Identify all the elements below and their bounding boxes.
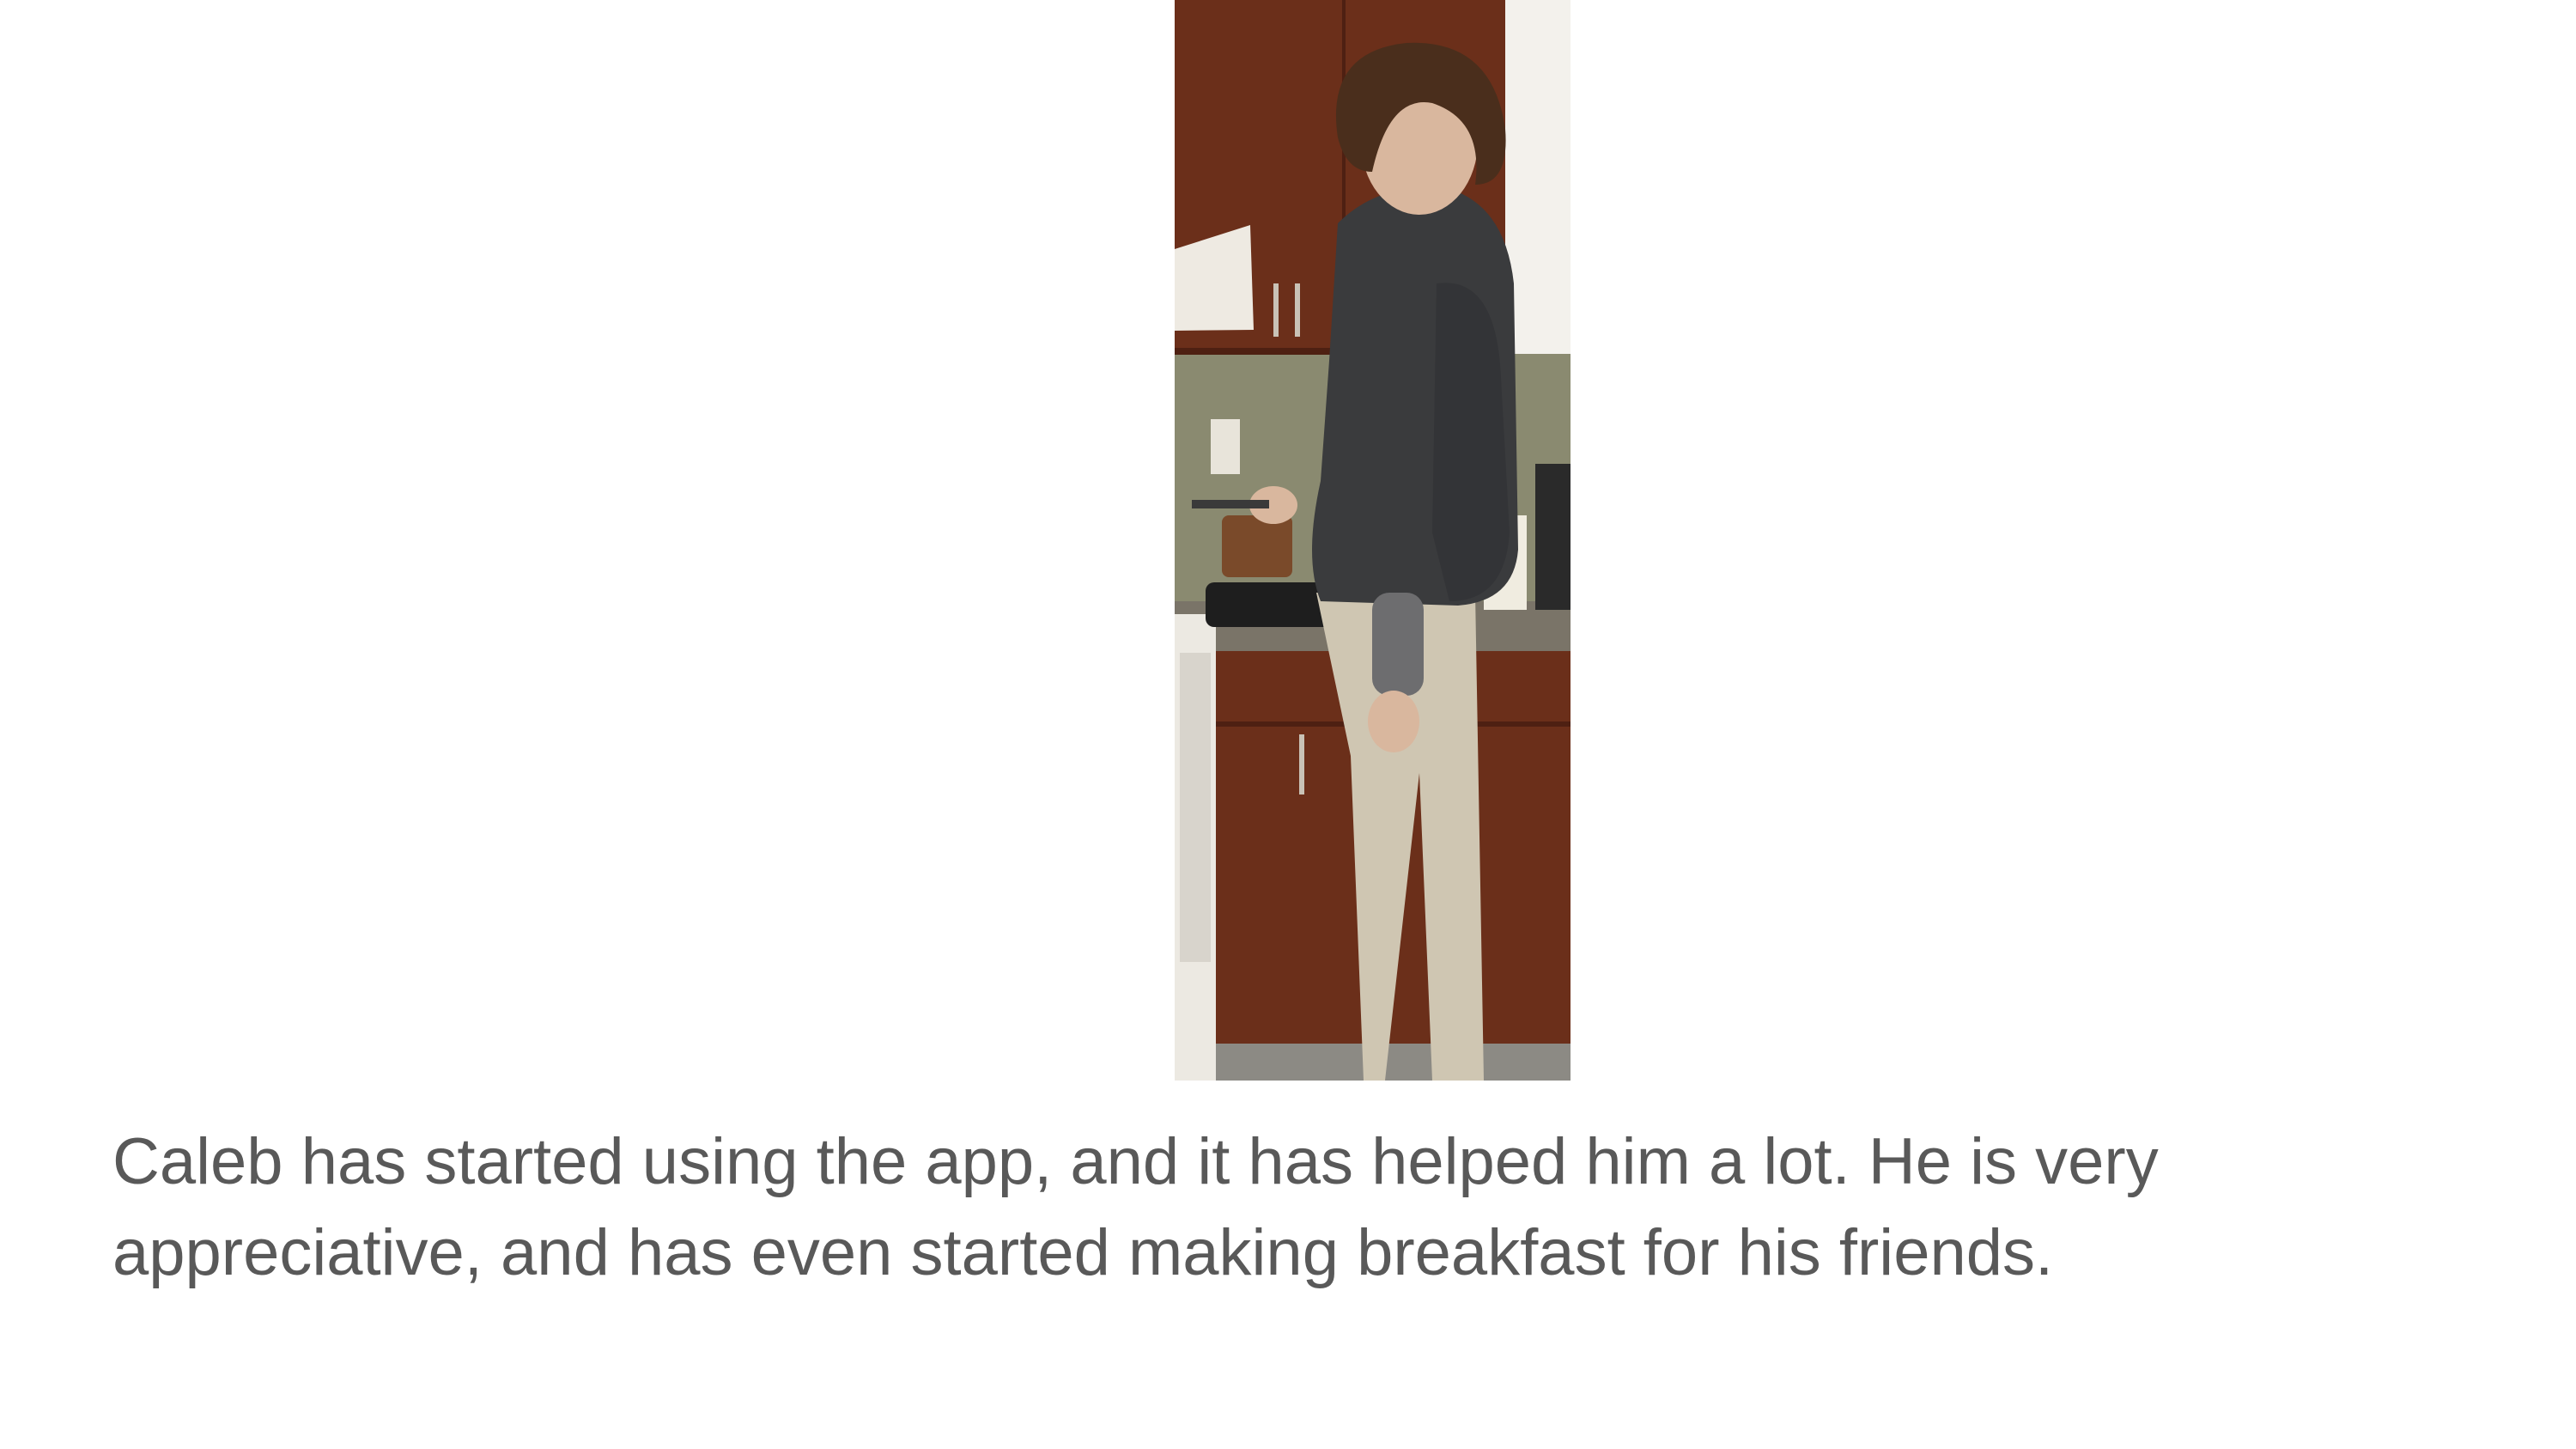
spatula (1192, 500, 1269, 508)
slide-caption: Caleb has started using the app, and it … (112, 1125, 2159, 1289)
counter-appliance (1535, 464, 1571, 610)
cabinet-handle (1273, 283, 1279, 337)
cabinet-handle (1299, 734, 1304, 795)
kitchen-photo (1175, 0, 1571, 1081)
wrist-brace (1372, 593, 1424, 696)
hand (1368, 691, 1419, 752)
pot (1222, 515, 1292, 577)
wall-outlet (1211, 419, 1240, 474)
white-cabinet-side (1505, 0, 1571, 354)
person-cooking-photo (1175, 0, 1571, 1081)
cabinet-handle (1295, 283, 1300, 337)
